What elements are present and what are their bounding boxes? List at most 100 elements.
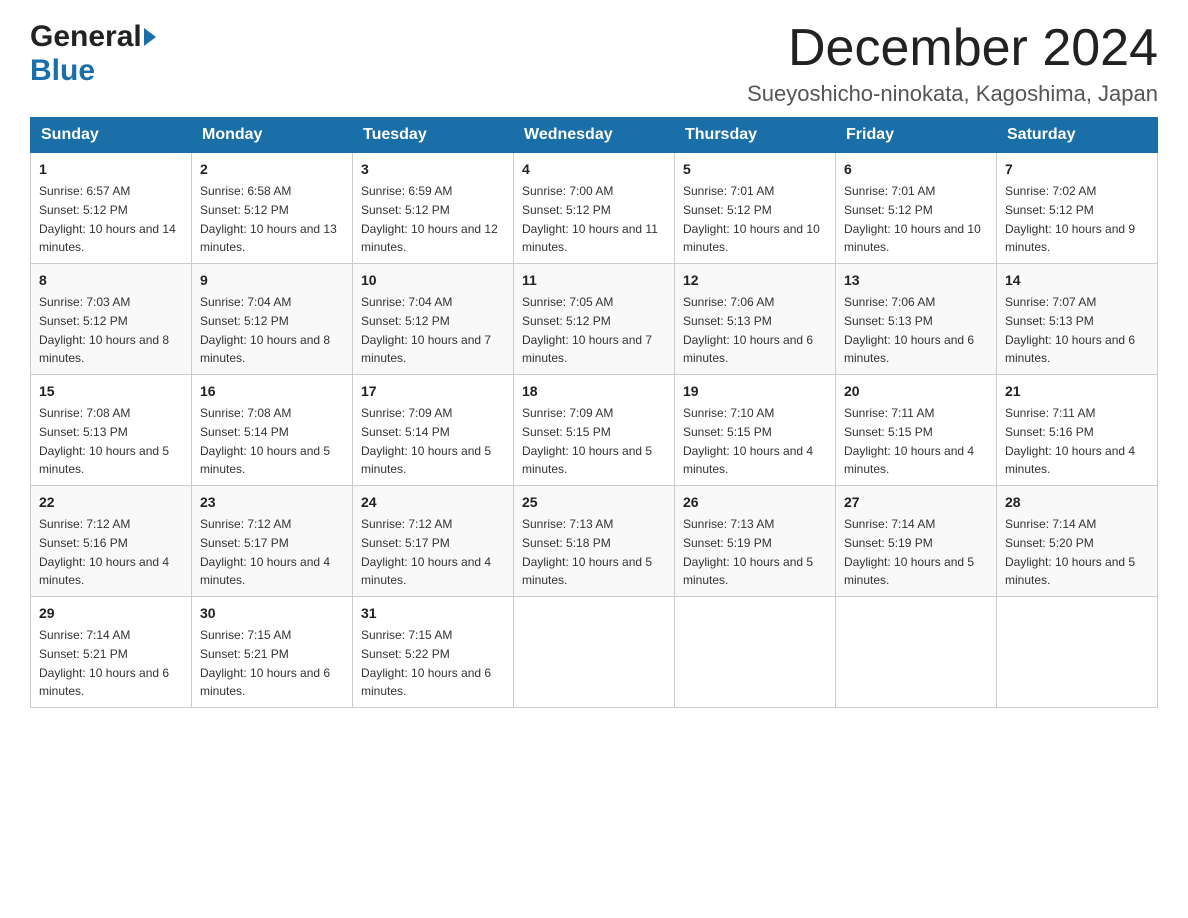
day-number: 7	[1005, 159, 1149, 180]
calendar-cell: 19 Sunrise: 7:10 AM Sunset: 5:15 PM Dayl…	[675, 375, 836, 486]
weekday-header-row: SundayMondayTuesdayWednesdayThursdayFrid…	[31, 118, 1158, 153]
day-number: 8	[39, 270, 183, 291]
day-number: 17	[361, 381, 505, 402]
calendar-cell: 30 Sunrise: 7:15 AM Sunset: 5:21 PM Dayl…	[192, 597, 353, 708]
calendar-cell: 26 Sunrise: 7:13 AM Sunset: 5:19 PM Dayl…	[675, 486, 836, 597]
day-number: 22	[39, 492, 183, 513]
day-daylight: Daylight: 10 hours and 14 minutes.	[39, 222, 176, 255]
day-number: 28	[1005, 492, 1149, 513]
calendar-cell: 25 Sunrise: 7:13 AM Sunset: 5:18 PM Dayl…	[514, 486, 675, 597]
day-sunrise: Sunrise: 7:14 AM	[1005, 517, 1096, 531]
day-daylight: Daylight: 10 hours and 4 minutes.	[361, 555, 491, 588]
calendar-cell: 7 Sunrise: 7:02 AM Sunset: 5:12 PM Dayli…	[997, 153, 1158, 264]
day-number: 20	[844, 381, 988, 402]
day-number: 6	[844, 159, 988, 180]
calendar-cell: 3 Sunrise: 6:59 AM Sunset: 5:12 PM Dayli…	[353, 153, 514, 264]
day-sunrise: Sunrise: 7:15 AM	[361, 628, 452, 642]
day-number: 5	[683, 159, 827, 180]
day-sunrise: Sunrise: 6:59 AM	[361, 184, 452, 198]
day-number: 11	[522, 270, 666, 291]
day-sunset: Sunset: 5:12 PM	[361, 203, 450, 217]
page-header: General Blue December 2024 Sueyoshicho-n…	[30, 20, 1158, 107]
day-sunset: Sunset: 5:12 PM	[522, 203, 611, 217]
day-sunrise: Sunrise: 7:08 AM	[200, 406, 291, 420]
day-sunrise: Sunrise: 7:12 AM	[39, 517, 130, 531]
day-sunrise: Sunrise: 7:02 AM	[1005, 184, 1096, 198]
logo-general-text: General	[30, 20, 142, 54]
day-daylight: Daylight: 10 hours and 10 minutes.	[683, 222, 820, 255]
day-number: 12	[683, 270, 827, 291]
day-daylight: Daylight: 10 hours and 5 minutes.	[39, 444, 169, 477]
day-daylight: Daylight: 10 hours and 9 minutes.	[1005, 222, 1135, 255]
day-daylight: Daylight: 10 hours and 5 minutes.	[200, 444, 330, 477]
day-number: 27	[844, 492, 988, 513]
day-number: 2	[200, 159, 344, 180]
day-number: 10	[361, 270, 505, 291]
day-number: 29	[39, 603, 183, 624]
day-sunrise: Sunrise: 7:08 AM	[39, 406, 130, 420]
weekday-header-friday: Friday	[836, 118, 997, 153]
day-sunset: Sunset: 5:14 PM	[361, 425, 450, 439]
day-sunset: Sunset: 5:13 PM	[683, 314, 772, 328]
day-daylight: Daylight: 10 hours and 4 minutes.	[39, 555, 169, 588]
day-daylight: Daylight: 10 hours and 4 minutes.	[200, 555, 330, 588]
day-number: 14	[1005, 270, 1149, 291]
calendar-cell: 29 Sunrise: 7:14 AM Sunset: 5:21 PM Dayl…	[31, 597, 192, 708]
day-sunrise: Sunrise: 7:09 AM	[361, 406, 452, 420]
day-number: 26	[683, 492, 827, 513]
calendar-cell: 23 Sunrise: 7:12 AM Sunset: 5:17 PM Dayl…	[192, 486, 353, 597]
day-sunset: Sunset: 5:12 PM	[200, 314, 289, 328]
month-title: December 2024	[747, 20, 1158, 77]
day-number: 9	[200, 270, 344, 291]
day-sunrise: Sunrise: 7:09 AM	[522, 406, 613, 420]
day-sunset: Sunset: 5:12 PM	[522, 314, 611, 328]
calendar-cell: 10 Sunrise: 7:04 AM Sunset: 5:12 PM Dayl…	[353, 264, 514, 375]
day-sunrise: Sunrise: 7:07 AM	[1005, 295, 1096, 309]
day-number: 24	[361, 492, 505, 513]
day-sunset: Sunset: 5:12 PM	[683, 203, 772, 217]
day-sunset: Sunset: 5:12 PM	[844, 203, 933, 217]
calendar-cell: 16 Sunrise: 7:08 AM Sunset: 5:14 PM Dayl…	[192, 375, 353, 486]
day-sunset: Sunset: 5:20 PM	[1005, 536, 1094, 550]
day-sunset: Sunset: 5:17 PM	[200, 536, 289, 550]
weekday-header-tuesday: Tuesday	[353, 118, 514, 153]
day-sunset: Sunset: 5:13 PM	[39, 425, 128, 439]
day-sunrise: Sunrise: 6:57 AM	[39, 184, 130, 198]
calendar-cell	[836, 597, 997, 708]
day-sunset: Sunset: 5:21 PM	[39, 647, 128, 661]
day-sunset: Sunset: 5:21 PM	[200, 647, 289, 661]
calendar-cell: 24 Sunrise: 7:12 AM Sunset: 5:17 PM Dayl…	[353, 486, 514, 597]
calendar-cell: 17 Sunrise: 7:09 AM Sunset: 5:14 PM Dayl…	[353, 375, 514, 486]
calendar-cell: 12 Sunrise: 7:06 AM Sunset: 5:13 PM Dayl…	[675, 264, 836, 375]
day-sunset: Sunset: 5:13 PM	[844, 314, 933, 328]
day-sunrise: Sunrise: 7:12 AM	[200, 517, 291, 531]
calendar-cell	[997, 597, 1158, 708]
day-sunrise: Sunrise: 7:01 AM	[844, 184, 935, 198]
day-sunrise: Sunrise: 7:06 AM	[844, 295, 935, 309]
day-daylight: Daylight: 10 hours and 6 minutes.	[844, 333, 974, 366]
day-sunrise: Sunrise: 7:11 AM	[1005, 406, 1096, 420]
day-sunset: Sunset: 5:13 PM	[1005, 314, 1094, 328]
day-sunset: Sunset: 5:16 PM	[39, 536, 128, 550]
day-sunset: Sunset: 5:16 PM	[1005, 425, 1094, 439]
day-number: 15	[39, 381, 183, 402]
calendar-cell	[675, 597, 836, 708]
calendar-cell: 2 Sunrise: 6:58 AM Sunset: 5:12 PM Dayli…	[192, 153, 353, 264]
day-sunrise: Sunrise: 7:04 AM	[361, 295, 452, 309]
day-sunset: Sunset: 5:12 PM	[39, 203, 128, 217]
day-daylight: Daylight: 10 hours and 5 minutes.	[361, 444, 491, 477]
day-sunrise: Sunrise: 7:12 AM	[361, 517, 452, 531]
day-daylight: Daylight: 10 hours and 8 minutes.	[200, 333, 330, 366]
logo-blue-text: Blue	[30, 54, 95, 87]
day-daylight: Daylight: 10 hours and 4 minutes.	[683, 444, 813, 477]
calendar-cell: 4 Sunrise: 7:00 AM Sunset: 5:12 PM Dayli…	[514, 153, 675, 264]
day-sunset: Sunset: 5:22 PM	[361, 647, 450, 661]
day-sunrise: Sunrise: 7:13 AM	[683, 517, 774, 531]
calendar-cell: 18 Sunrise: 7:09 AM Sunset: 5:15 PM Dayl…	[514, 375, 675, 486]
day-sunrise: Sunrise: 7:15 AM	[200, 628, 291, 642]
day-daylight: Daylight: 10 hours and 7 minutes.	[522, 333, 652, 366]
day-sunset: Sunset: 5:18 PM	[522, 536, 611, 550]
calendar-cell: 13 Sunrise: 7:06 AM Sunset: 5:13 PM Dayl…	[836, 264, 997, 375]
calendar-cell: 9 Sunrise: 7:04 AM Sunset: 5:12 PM Dayli…	[192, 264, 353, 375]
day-number: 30	[200, 603, 344, 624]
